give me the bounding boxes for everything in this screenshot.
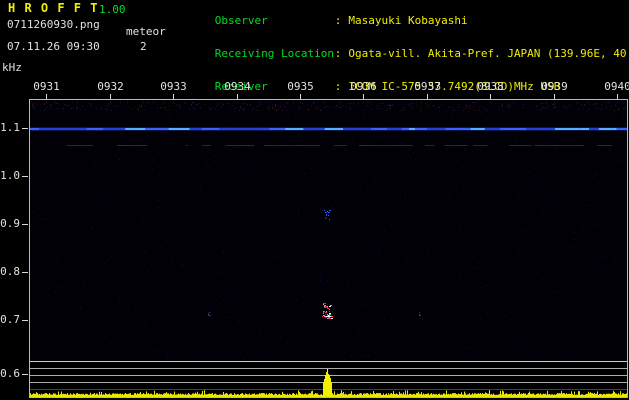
datetime-label: 07.11.26 09:30: [7, 41, 100, 52]
info-row-location: Receiving Location: Ogata-vill. Akita-Pre…: [175, 37, 629, 70]
y-tick-label: 0.7: [0, 314, 20, 325]
echo-count: 2: [140, 41, 147, 52]
y-tick-mark: [22, 224, 28, 225]
app-version: 1.00: [99, 4, 126, 15]
y-tick-label: 0.9: [0, 218, 20, 229]
y-tick-label: 0.8: [0, 266, 20, 277]
x-tick-label: 0934: [224, 81, 251, 92]
info-label: Observer: [215, 15, 335, 26]
y-tick-label: 1.0: [0, 170, 20, 181]
x-tick-label: 0935: [287, 81, 314, 92]
mode-label: meteor: [126, 26, 166, 37]
x-tick-label: 0936: [350, 81, 377, 92]
y-tick-mark: [22, 374, 28, 375]
x-tick-label: 0937: [414, 81, 441, 92]
y-tick-label: 1.1: [0, 122, 20, 133]
info-value: Masayuki Kobayashi: [348, 14, 467, 27]
info-colon: :: [335, 80, 342, 93]
y-tick-mark: [22, 272, 28, 273]
y-axis-unit: kHz: [2, 62, 22, 73]
y-tick-mark: [22, 176, 28, 177]
x-tick-label: 0940: [604, 81, 629, 92]
y-tick-mark: [22, 320, 28, 321]
info-value: Ogata-vill. Akita-Pref. JAPAN (139.96E, …: [348, 47, 629, 60]
level-strip-top-border: [30, 361, 627, 362]
app-title: H R O F F T: [8, 3, 98, 14]
y-tick-label: 0.6: [0, 368, 20, 379]
spectrogram-canvas: [30, 100, 627, 361]
info-value: ICOM IC-575 53.7492(8LCD)MHz USB: [348, 80, 560, 93]
info-label: Receiving Location: [215, 48, 335, 59]
info-row-observer: Observer: Masayuki Kobayashi: [175, 4, 629, 37]
x-tick-label: 0933: [160, 81, 187, 92]
x-tick-label: 0938: [477, 81, 504, 92]
level-canvas: [30, 361, 627, 397]
info-colon: :: [335, 47, 342, 60]
output-filename: 0711260930.png: [7, 19, 100, 30]
hrofft-screen: H R O F F T 1.00 0711260930.png meteor 0…: [0, 0, 629, 400]
x-tick-label: 0932: [97, 81, 124, 92]
x-tick-label: 0931: [33, 81, 60, 92]
info-colon: :: [335, 14, 342, 27]
x-tick-label: 0939: [541, 81, 568, 92]
y-tick-mark: [22, 128, 28, 129]
